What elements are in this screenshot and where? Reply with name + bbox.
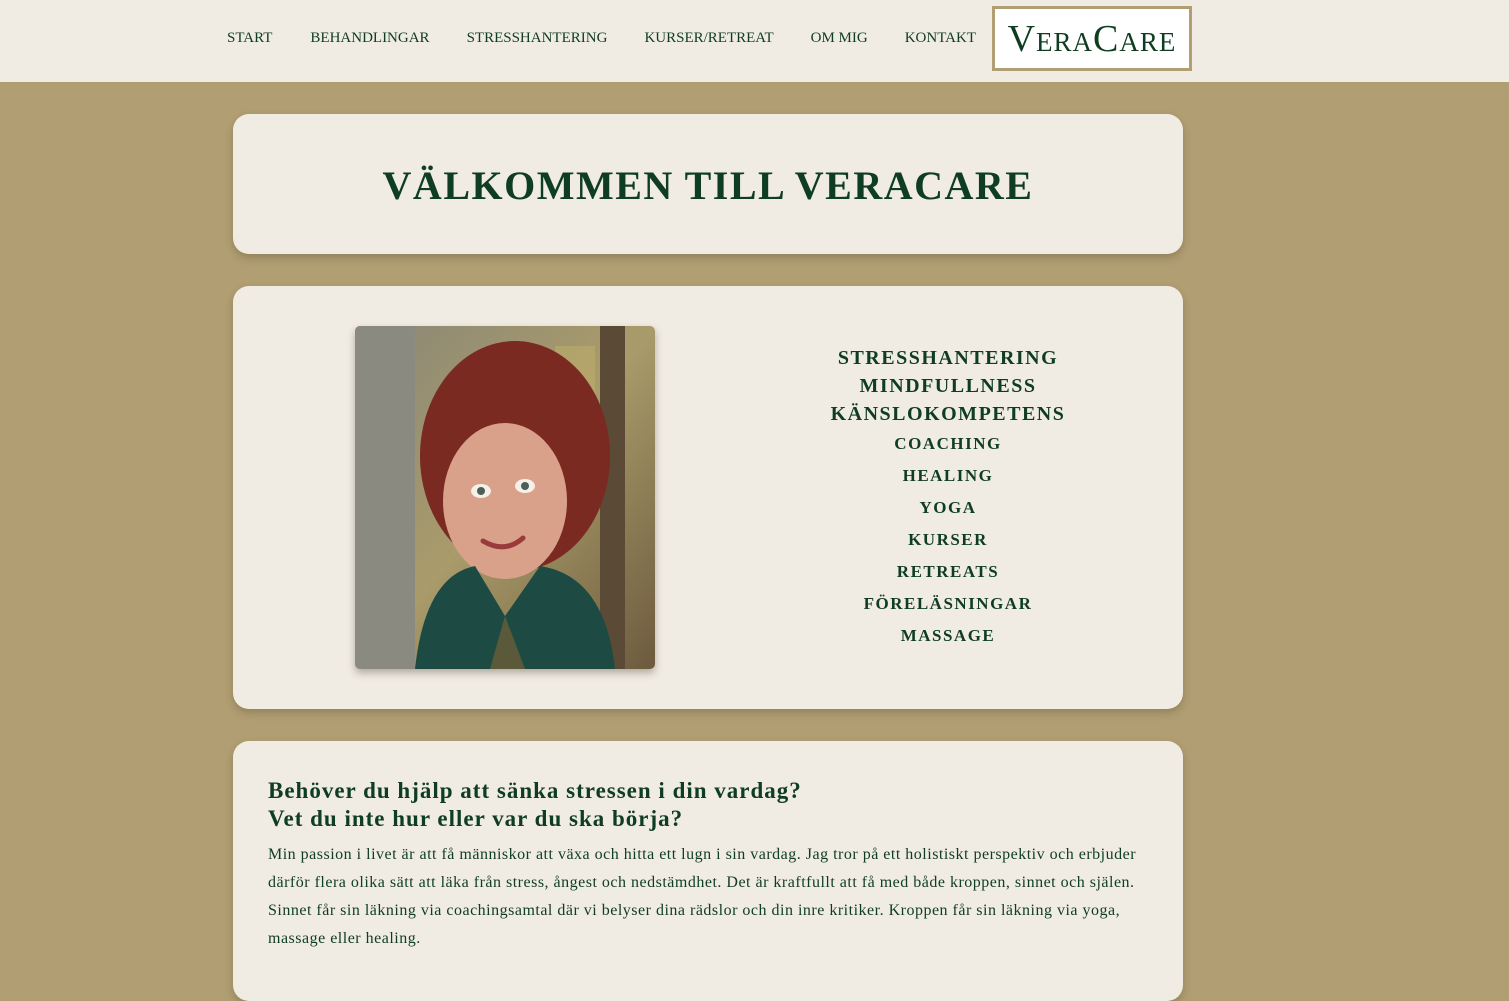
site-logo[interactable]: VeraCare (992, 6, 1192, 71)
intro-heading-line2: Vet du inte hur eller var du ska börja? (268, 806, 684, 831)
nav-link-start[interactable]: START (227, 30, 272, 47)
page-title: VÄLKOMMEN TILL VERACARE (382, 163, 1034, 208)
main-nav: START BEHANDLINGAR STRESSHANTERING KURSE… (227, 30, 976, 47)
service-forelasningar: FÖRELÄSNINGAR (863, 594, 1033, 613)
nav-link-om-mig[interactable]: OM MIG (811, 30, 868, 47)
intro-heading: Behöver du hjälp att sänka stressen i di… (268, 777, 1148, 833)
portrait-photo (355, 326, 655, 669)
service-healing: HEALING (902, 466, 994, 485)
nav-link-stresshantering[interactable]: STRESSHANTERING (467, 30, 608, 47)
service-coaching: COACHING (894, 434, 1002, 453)
nav-link-kontakt[interactable]: KONTAKT (905, 30, 976, 47)
service-stresshantering: STRESSHANTERING (837, 347, 1059, 369)
services-card: STRESSHANTERING MINDFULLNESS KÄNSLOKOMPE… (233, 286, 1183, 709)
service-mindfullness: MINDFULLNESS (859, 375, 1037, 397)
intro-paragraph: Min passion i livet är att få människor … (268, 846, 1137, 947)
service-massage: MASSAGE (900, 626, 996, 645)
nav-link-behandlingar[interactable]: BEHANDLINGAR (310, 30, 429, 47)
service-yoga: YOGA (919, 498, 977, 517)
service-kurser: KURSER (908, 530, 988, 549)
welcome-card: VÄLKOMMEN TILL VERACARE (233, 114, 1183, 254)
services-list: STRESSHANTERING MINDFULLNESS KÄNSLOKOMPE… (793, 344, 1103, 652)
nav-link-kurser-retreat[interactable]: KURSER/RETREAT (644, 30, 773, 47)
intro-card: Behöver du hjälp att sänka stressen i di… (233, 741, 1183, 1001)
top-navigation-bar: START BEHANDLINGAR STRESSHANTERING KURSE… (0, 0, 1509, 82)
logo-text: VeraCare (1007, 17, 1177, 60)
service-kanslokompetens: KÄNSLOKOMPETENS (830, 403, 1066, 425)
intro-heading-line1: Behöver du hjälp att sänka stressen i di… (268, 778, 802, 803)
service-retreats: RETREATS (896, 562, 1000, 581)
